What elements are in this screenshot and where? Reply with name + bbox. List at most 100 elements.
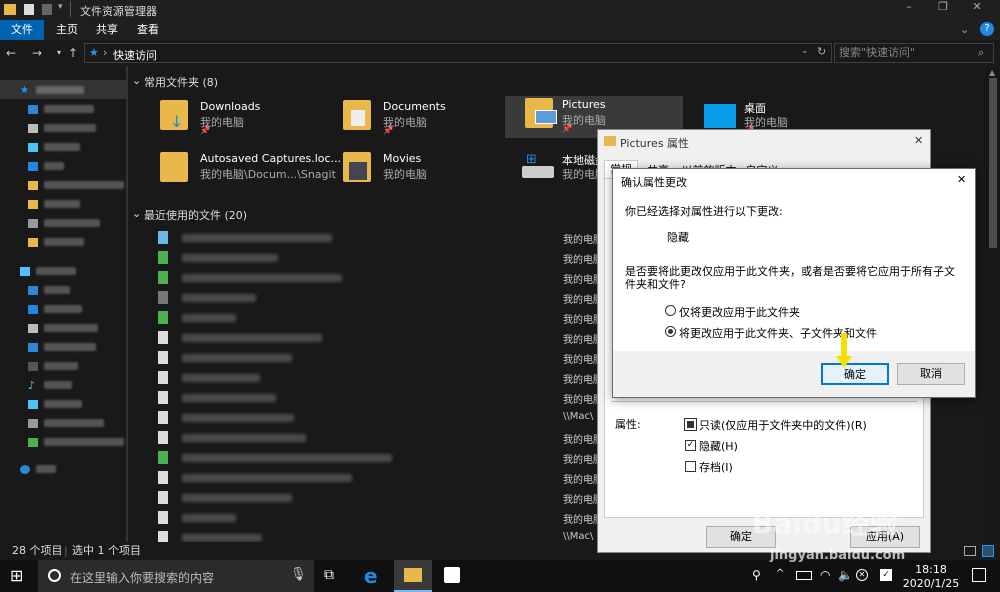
sidebar-item[interactable] (28, 118, 136, 137)
address-dropdown-icon[interactable]: ⌄ (801, 46, 809, 56)
status-x-icon[interactable]: ✕ (856, 569, 868, 581)
refresh-icon[interactable]: ↻ (817, 45, 826, 58)
edge-icon[interactable]: e (364, 564, 378, 588)
taskbar-file-explorer[interactable] (394, 560, 432, 592)
sidebar-item[interactable] (28, 432, 136, 451)
section-frequent-header[interactable]: 常用文件夹 (8) (144, 74, 218, 90)
sidebar-item-quick-access[interactable]: ★ (20, 80, 128, 99)
folder-tile-autosaved-captures[interactable]: Autosaved Captures.loc... 我的电脑\Docum...\… (160, 150, 350, 194)
blurred-file-name (182, 534, 262, 542)
pin-icon: 📌 (200, 126, 210, 135)
microphone-icon[interactable]: 🎙 (290, 567, 307, 582)
radio-this-folder-only[interactable] (665, 305, 676, 316)
scrollbar-thumb[interactable] (989, 78, 997, 248)
sidebar-item[interactable] (28, 337, 136, 356)
task-view-icon[interactable]: ⧉ (324, 567, 334, 583)
up-icon[interactable]: ↑ (64, 44, 82, 62)
tab-view[interactable]: 查看 (127, 20, 169, 40)
windows-logo-icon: ⊞ (526, 152, 537, 167)
hidden-label: 隐藏(H) (699, 440, 738, 453)
notification-check-icon[interactable]: ✓ (880, 569, 892, 581)
sidebar-item[interactable] (28, 394, 136, 413)
section-frequent-chevron-icon[interactable]: ⌄ (132, 74, 141, 87)
confirm-cancel-button[interactable]: 取消 (897, 363, 965, 385)
sidebar-item[interactable] (28, 137, 136, 156)
volume-icon[interactable]: 🔈 (838, 568, 853, 582)
sidebar-item[interactable] (28, 194, 136, 213)
file-icon (158, 371, 168, 384)
sidebar-item[interactable] (28, 175, 136, 194)
tab-home[interactable]: 主页 (46, 20, 88, 40)
folder-name: Movies (383, 152, 422, 165)
properties-quick-icon[interactable] (24, 4, 34, 15)
taskbar-search-box[interactable]: 在这里输入你要搜索的内容 🎙 (38, 560, 314, 592)
search-icon: ⌕ (978, 46, 985, 59)
properties-close-icon[interactable]: ✕ (914, 134, 923, 147)
file-location: \\Mac\ (563, 411, 594, 422)
folder-tile-documents[interactable]: Documents 我的电脑 📌 (343, 98, 513, 142)
sidebar-item[interactable] (28, 356, 136, 375)
sidebar-item[interactable] (28, 213, 136, 232)
sidebar-item[interactable] (28, 232, 136, 251)
tab-file[interactable]: 文件 (0, 20, 44, 40)
restore-icon[interactable]: ❐ (930, 0, 956, 13)
clock-time[interactable]: 18:18 (906, 563, 956, 576)
forward-icon[interactable]: → (28, 44, 46, 62)
item-count: 28 个项目 (12, 544, 63, 557)
help-icon[interactable]: ? (980, 22, 994, 36)
confirm-ok-button[interactable]: 确定 (821, 363, 889, 385)
folder-location: 我的电脑 (383, 168, 427, 181)
show-hidden-icons-icon[interactable]: ^ (776, 568, 784, 579)
status-divider: | (64, 544, 68, 557)
folder-icon (604, 136, 616, 146)
confirm-close-icon[interactable]: ✕ (957, 173, 966, 186)
sidebar-item[interactable] (28, 99, 136, 118)
scroll-up-icon[interactable]: ▲ (989, 68, 995, 77)
tab-share[interactable]: 共享 (86, 20, 128, 40)
sidebar-item-this-pc[interactable] (20, 261, 128, 280)
sidebar-item[interactable] (28, 413, 136, 432)
folder-tile-downloads[interactable]: ↓ Downloads 我的电脑 📌 (160, 98, 330, 142)
taskbar-search-placeholder: 在这里输入你要搜索的内容 (70, 571, 215, 585)
radio-all-subfolders[interactable] (665, 326, 676, 337)
content-scrollbar[interactable]: ▲ (986, 66, 1000, 542)
customize-toolbar-icon[interactable]: ▾ (58, 2, 63, 12)
action-center-icon[interactable] (972, 568, 986, 582)
sidebar-item[interactable]: ♪ (28, 375, 136, 394)
pin-icon: 📌 (383, 126, 393, 135)
sidebar-item[interactable] (28, 299, 136, 318)
sidebar-item-network[interactable] (20, 459, 128, 478)
store-icon[interactable] (444, 567, 460, 583)
clock-date[interactable]: 2020/1/25 (900, 577, 962, 590)
blurred-file-name (182, 374, 260, 382)
address-bar[interactable]: ★ › 快速访问 ⌄ ↻ (84, 43, 832, 63)
battery-icon[interactable] (796, 571, 812, 580)
sidebar-item[interactable] (28, 156, 136, 175)
search-input[interactable]: 搜索"快速访问" (834, 43, 994, 63)
archive-checkbox[interactable] (685, 461, 696, 472)
large-icons-view-icon[interactable] (982, 545, 994, 557)
sidebar-item[interactable] (28, 318, 136, 337)
blurred-file-name (182, 514, 236, 522)
readonly-checkbox[interactable] (684, 418, 697, 431)
close-icon[interactable]: ✕ (964, 0, 990, 13)
hidden-checkbox[interactable]: ✓ (685, 440, 696, 451)
sidebar-item[interactable] (28, 280, 136, 299)
file-icon (158, 271, 168, 284)
file-icon (158, 391, 168, 404)
windows-start-icon[interactable]: ⊞ (10, 568, 23, 584)
minimize-icon[interactable]: – (896, 0, 922, 13)
folder-name: Autosaved Captures.loc... (200, 152, 342, 165)
section-recent-header[interactable]: 最近使用的文件 (20) (144, 207, 247, 223)
properties-title: Pictures 属性 (620, 137, 690, 150)
section-recent-chevron-icon[interactable]: ⌄ (132, 207, 141, 220)
people-icon[interactable]: ⚲ (752, 568, 761, 582)
file-icon (158, 251, 168, 264)
taskbar: ⊞ 在这里输入你要搜索的内容 🎙 ⧉ e ⚲ ^ ◠ 🔈 ✕ ✓ 18:18 2… (0, 560, 1000, 592)
wifi-icon[interactable]: ◠ (820, 568, 830, 582)
chevron-down-icon[interactable]: ⌄ (960, 23, 969, 36)
back-icon[interactable]: ← (2, 44, 20, 62)
folder-tile-movies[interactable]: Movies 我的电脑 (343, 150, 513, 194)
details-view-icon[interactable] (964, 546, 976, 556)
new-folder-quick-icon[interactable] (42, 4, 52, 15)
